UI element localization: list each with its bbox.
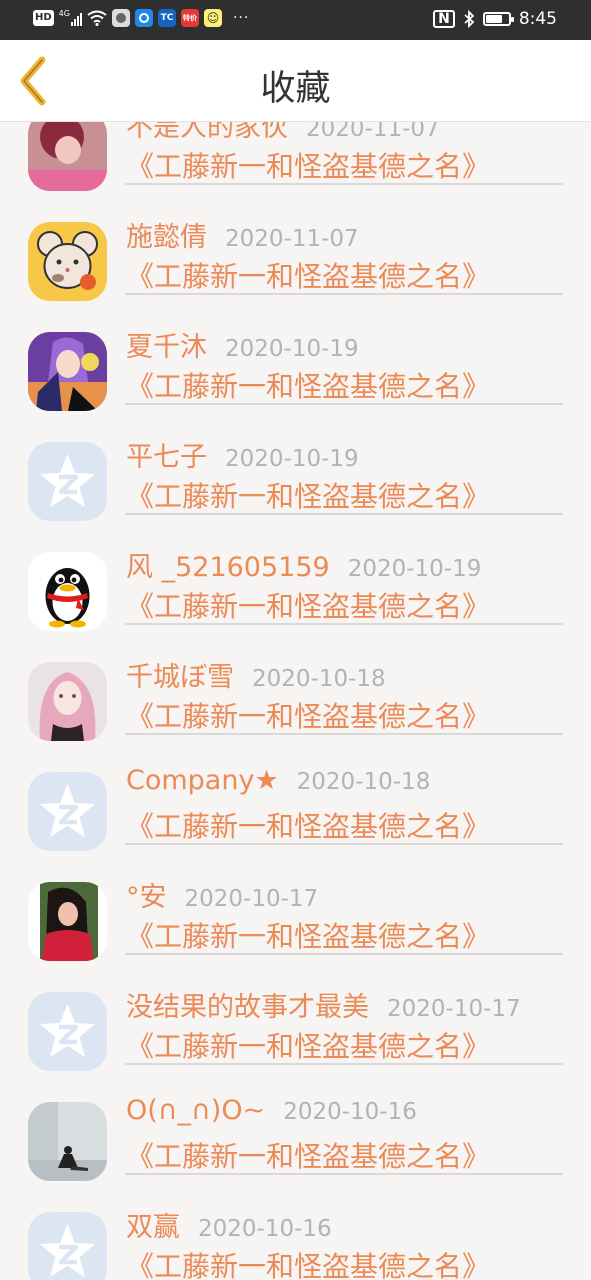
username: 夏千沐 (126, 332, 207, 363)
date: 2020-10-18 (252, 666, 386, 692)
avatar (28, 332, 107, 411)
avatar (28, 992, 107, 1071)
book-title: 《工藤新一和怪盗基德之名》 (126, 370, 491, 403)
date: 2020-10-18 (296, 769, 431, 795)
top-bar: 收藏 (0, 40, 591, 122)
anime-pink-hair-avatar-image (28, 662, 107, 741)
date: 2020-10-16 (283, 1099, 417, 1125)
clock: 8:45 (518, 9, 557, 29)
page-title: 收藏 (260, 69, 331, 109)
date: 2020-11-07 (225, 226, 359, 252)
book-title: 《工藤新一和怪盗基德之名》 (126, 810, 491, 843)
avatar (28, 662, 107, 741)
app-notification-icon-1 (111, 9, 130, 27)
default-star-avatar-image (28, 1212, 107, 1280)
username: °安 (126, 882, 167, 913)
bluetooth-icon (464, 10, 475, 28)
smile-app-icon: ☺ (203, 9, 222, 27)
book-title: 《工藤新一和怪盗基德之名》 (126, 1140, 491, 1173)
list-item-6[interactable]: Company★ 2020-10-18 《工藤新一和怪盗基德之名》 (0, 735, 591, 851)
photo-red-jacket-avatar-image (28, 882, 107, 961)
photo-girl-pink-avatar-image (28, 122, 107, 191)
qq-penguin-avatar-image (28, 552, 107, 631)
status-bar: HD 4G TC 特价 ☺ ··· N 8:45 (0, 0, 591, 40)
username: 千城ぼ雪 (126, 662, 234, 693)
avatar (28, 1212, 107, 1280)
default-star-avatar-image (28, 992, 107, 1071)
date: 2020-10-17 (184, 886, 319, 912)
app-notification-icon-2 (134, 9, 153, 27)
tejia-app-icon: 特价 (180, 9, 199, 27)
username: Company★ (126, 765, 279, 796)
avatar (28, 222, 107, 301)
network-type: 4G (58, 9, 70, 18)
book-title: 《工藤新一和怪盗基德之名》 (126, 260, 491, 293)
avatar (28, 552, 107, 631)
avatar (28, 1102, 107, 1181)
date: 2020-10-16 (198, 1216, 332, 1242)
default-star-avatar-image (28, 442, 107, 521)
list-item-8[interactable]: 没结果的故事才最美 2020-10-17 《工藤新一和怪盗基德之名》 (0, 955, 591, 1071)
username: 风 _521605159 (126, 552, 330, 583)
mouse-cartoon-avatar-image (28, 222, 107, 301)
list-item-0[interactable]: 不是人的家伙 2020-11-07 《工藤新一和怪盗基德之名》 (0, 122, 591, 191)
list-item-2[interactable]: 夏千沐 2020-10-19 《工藤新一和怪盗基德之名》 (0, 295, 591, 411)
wifi-icon (87, 10, 107, 26)
list-item-10[interactable]: 双赢 2020-10-16 《工藤新一和怪盗基德之名》 (0, 1175, 591, 1280)
list-item-7[interactable]: °安 2020-10-17 《工藤新一和怪盗基德之名》 (0, 845, 591, 961)
more-notifications-icon: ··· (232, 10, 250, 26)
list-item-5[interactable]: 千城ぼ雪 2020-10-18 《工藤新一和怪盗基德之名》 (0, 625, 591, 741)
book-title: 《工藤新一和怪盗基德之名》 (126, 150, 491, 183)
book-title: 《工藤新一和怪盗基德之名》 (126, 920, 491, 953)
list-item-4[interactable]: 风 _521605159 2020-10-19 《工藤新一和怪盗基德之名》 (0, 515, 591, 631)
book-title: 《工藤新一和怪盗基德之名》 (126, 1030, 491, 1063)
book-title: 《工藤新一和怪盗基德之名》 (126, 590, 491, 623)
list-item-9[interactable]: O(∩_∩)O~ 2020-10-16 《工藤新一和怪盗基德之名》 (0, 1065, 591, 1181)
photo-grey-room-avatar-image (28, 1102, 107, 1181)
signal-icon: 4G (59, 10, 82, 26)
hd-badge: HD (33, 10, 54, 26)
date: 2020-10-17 (387, 996, 521, 1022)
book-title: 《工藤新一和怪盗基德之名》 (126, 700, 491, 733)
anime-purple-avatar-image (28, 332, 107, 411)
username: 没结果的故事才最美 (126, 992, 369, 1023)
tc-app-icon: TC (157, 9, 176, 27)
list-item-1[interactable]: 施懿倩 2020-11-07 《工藤新一和怪盗基德之名》 (0, 185, 591, 301)
date: 2020-11-07 (306, 122, 440, 142)
avatar (28, 882, 107, 961)
book-title: 《工藤新一和怪盗基德之名》 (126, 1250, 491, 1280)
avatar (28, 122, 107, 191)
favorites-list[interactable]: 不是人的家伙 2020-11-07 《工藤新一和怪盗基德之名》 施懿倩 2020… (0, 122, 591, 1280)
date: 2020-10-19 (225, 446, 359, 472)
date: 2020-10-19 (347, 556, 482, 582)
default-star-avatar-image (28, 772, 107, 851)
username: 双赢 (126, 1212, 180, 1243)
nfc-icon: N (433, 10, 455, 28)
book-title: 《工藤新一和怪盗基德之名》 (126, 480, 491, 513)
battery-icon (482, 12, 514, 26)
avatar (28, 442, 107, 521)
username: 平七子 (126, 442, 207, 473)
username: 不是人的家伙 (126, 122, 288, 143)
list-item-3[interactable]: 平七子 2020-10-19 《工藤新一和怪盗基德之名》 (0, 405, 591, 521)
avatar (28, 772, 107, 851)
username: 施懿倩 (126, 222, 207, 253)
username: O(∩_∩)O~ (126, 1095, 266, 1126)
date: 2020-10-19 (225, 336, 359, 362)
